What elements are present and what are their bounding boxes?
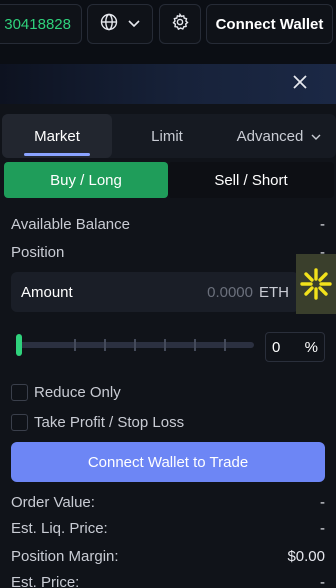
available-balance-value: - <box>320 215 325 233</box>
connect-wallet-label: Connect Wallet <box>215 15 324 33</box>
position-margin-row: Position Margin: $0.00 <box>11 545 325 567</box>
close-button[interactable] <box>290 74 310 94</box>
sell-short-label: Sell / Short <box>214 171 288 189</box>
tp-sl-label: Take Profit / Stop Loss <box>34 413 185 431</box>
language-selector[interactable] <box>87 4 153 44</box>
tab-active-indicator <box>24 153 90 156</box>
amount-input[interactable]: Amount 0.0000 ETH <box>11 272 299 312</box>
tab-market[interactable]: Market <box>2 114 112 158</box>
settings-button[interactable] <box>159 4 201 44</box>
position-row: Position - <box>11 241 325 263</box>
tab-market-label: Market <box>34 127 80 145</box>
slider-tick <box>164 339 166 351</box>
trade-screen: 30418828 Connect Wallet Market Limit Adv… <box>0 0 336 588</box>
slider-thumb[interactable] <box>16 334 22 356</box>
amount-label: Amount <box>21 283 73 301</box>
amount-unit: ETH <box>259 283 289 301</box>
liq-price-value: - <box>320 519 325 537</box>
asterisk-logo-icon[interactable] <box>296 254 336 314</box>
tab-advanced-label: Advanced <box>236 127 304 145</box>
liq-price-row: Est. Liq. Price: - <box>11 517 325 539</box>
account-address[interactable]: 30418828 <box>0 4 82 44</box>
connect-wallet-to-trade-label: Connect Wallet to Trade <box>87 453 249 471</box>
position-margin-label: Position Margin: <box>11 547 119 565</box>
reduce-only-label: Reduce Only <box>34 383 121 401</box>
size-slider[interactable] <box>16 334 256 356</box>
checkbox-box[interactable] <box>11 383 28 401</box>
available-balance-row: Available Balance - <box>11 213 325 235</box>
est-price-label: Est. Price: <box>11 573 80 588</box>
tab-limit[interactable]: Limit <box>112 114 222 158</box>
reduce-only-checkbox[interactable]: Reduce Only <box>11 382 121 402</box>
est-price-value: - <box>320 573 325 588</box>
checkbox-box[interactable] <box>11 413 28 431</box>
slider-tick <box>224 339 226 351</box>
amount-placeholder: 0.0000 <box>207 283 253 301</box>
percent-unit: % <box>304 338 318 356</box>
position-label: Position <box>11 243 65 261</box>
sell-short-button[interactable]: Sell / Short <box>168 162 334 198</box>
order-type-tabs: Market Limit Advanced <box>2 114 336 158</box>
order-value-value: - <box>320 493 325 511</box>
connect-wallet-to-trade-button[interactable]: Connect Wallet to Trade <box>11 442 325 482</box>
gear-icon <box>171 12 189 36</box>
position-margin-value: $0.00 <box>287 547 325 565</box>
slider-tick <box>194 339 196 351</box>
percent-value: 0 <box>272 338 281 356</box>
tp-sl-checkbox[interactable]: Take Profit / Stop Loss <box>11 412 184 432</box>
chevron-down-icon <box>311 128 321 145</box>
panel-header-band <box>0 64 336 104</box>
tab-limit-label: Limit <box>151 127 183 145</box>
order-value-label: Order Value: <box>11 493 95 511</box>
slider-tick <box>134 339 136 351</box>
globe-icon <box>100 13 118 36</box>
order-panel: Market Limit Advanced Buy / Long Sell / … <box>0 104 336 588</box>
slider-tick <box>74 339 76 351</box>
percent-input[interactable]: 0 % <box>265 332 325 362</box>
account-address-text: 30418828 <box>4 15 71 33</box>
available-balance-label: Available Balance <box>11 215 130 233</box>
top-bar: 30418828 Connect Wallet <box>0 0 336 50</box>
close-icon <box>292 74 308 95</box>
slider-tick <box>104 339 106 351</box>
order-value-row: Order Value: - <box>11 491 325 513</box>
tab-advanced[interactable]: Advanced <box>222 114 336 158</box>
connect-wallet-button[interactable]: Connect Wallet <box>206 4 333 44</box>
chevron-down-icon <box>128 15 140 33</box>
buy-long-button[interactable]: Buy / Long <box>4 162 168 198</box>
buy-long-label: Buy / Long <box>50 171 122 189</box>
est-price-row: Est. Price: - <box>11 571 325 588</box>
liq-price-label: Est. Liq. Price: <box>11 519 108 537</box>
